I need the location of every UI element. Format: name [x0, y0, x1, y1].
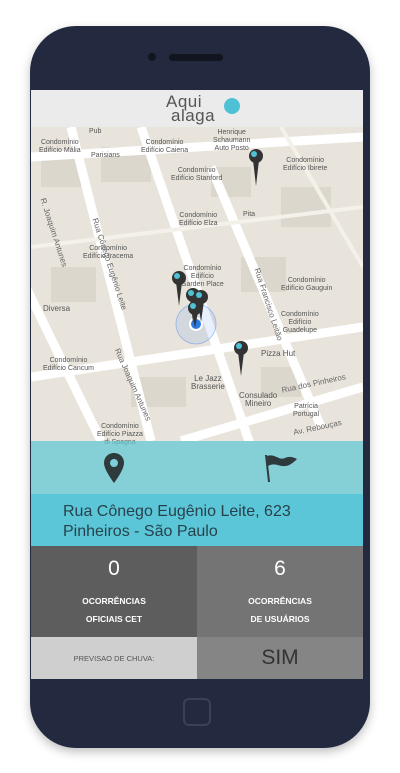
- earpiece-speaker: [169, 54, 223, 61]
- map-action-bar: [31, 441, 363, 494]
- stat-count: 6: [274, 557, 286, 580]
- stat-label: OFICIAIS CET: [85, 614, 143, 624]
- occurrence-stats: 0 OCORRÊNCIAS OFICIAIS CET 6 OCORRÊNCIAS…: [31, 546, 363, 637]
- home-button[interactable]: [183, 698, 211, 726]
- stat-label: OCORRÊNCIAS: [82, 596, 146, 606]
- location-pin-icon: [104, 452, 124, 483]
- rain-forecast-value: SIM: [197, 637, 363, 679]
- map-marker-pin[interactable]: [249, 149, 263, 186]
- rain-forecast-label: PREVISAO DE CHUVA:: [31, 637, 197, 679]
- stat-user-reports: 6 OCORRÊNCIAS DE USUÁRIOS: [197, 546, 363, 637]
- marker-layer: [172, 149, 263, 376]
- map-marker-pin[interactable]: [234, 341, 248, 376]
- map-marker-pin[interactable]: [172, 271, 186, 306]
- address-panel: Rua Cônego Eugênio Leite, 623 Pinheiros …: [31, 494, 363, 546]
- stat-label: OCORRÊNCIAS: [248, 596, 312, 606]
- stat-label: DE USUÁRIOS: [250, 614, 310, 624]
- stat-official-cet: 0 OCORRÊNCIAS OFICIAIS CET: [31, 546, 197, 637]
- front-camera: [148, 53, 156, 61]
- address-city: Pinheiros - São Paulo: [63, 523, 218, 540]
- rain-forecast-row: PREVISAO DE CHUVA: SIM: [31, 637, 363, 679]
- report-flag-button[interactable]: [197, 441, 363, 494]
- location-button[interactable]: [31, 441, 197, 494]
- stat-count: 0: [108, 557, 120, 580]
- rain-forecast-label-text: PREVISAO DE CHUVA:: [73, 654, 155, 663]
- address-street: Rua Cônego Eugênio Leite, 623: [63, 503, 291, 520]
- flag-icon: [265, 454, 297, 482]
- rain-forecast-value-text: SIM: [261, 646, 299, 669]
- map-marker-pin[interactable]: [188, 301, 202, 328]
- app-screen: Aqui alaga Pub Condomínio Edifício Caien…: [31, 90, 363, 679]
